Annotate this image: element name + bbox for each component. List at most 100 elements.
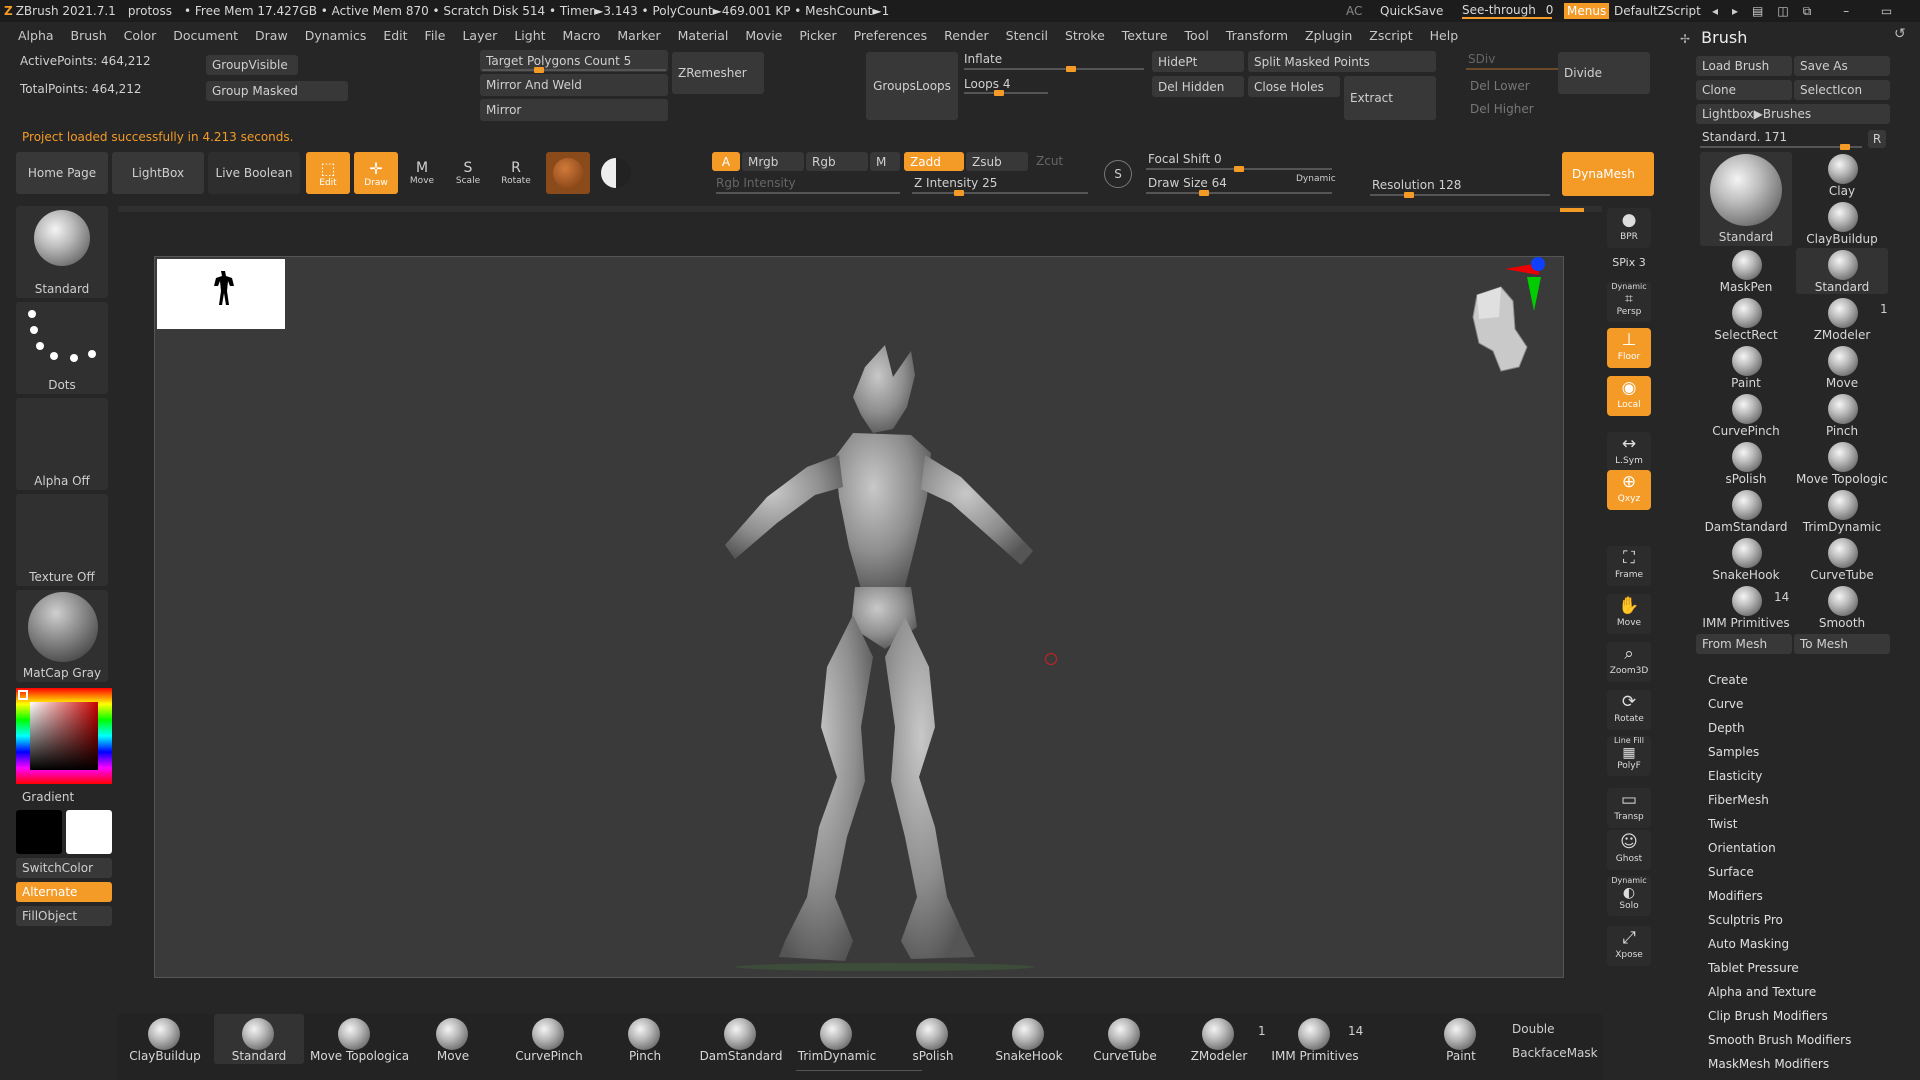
subpalette-clip-brush-modifiers[interactable]: Clip Brush Modifiers	[1708, 1009, 1828, 1023]
target-polygons-handle[interactable]	[534, 67, 545, 73]
menu-stroke[interactable]: Stroke	[1065, 28, 1105, 43]
mrgb-toggle[interactable]: Mrgb	[742, 152, 804, 171]
hide-pt-button[interactable]: HidePt	[1152, 51, 1244, 72]
load-brush-button[interactable]: Load Brush	[1696, 56, 1792, 76]
shelf-polyf-button[interactable]: Line Fill ▦ PolyF	[1607, 736, 1651, 776]
bottom-brush-spolish[interactable]: sPolish	[888, 1014, 978, 1064]
split-masked-points-button[interactable]: Split Masked Points	[1248, 51, 1436, 72]
brush-tile-move-topologica[interactable]: Move Topologica	[1796, 440, 1888, 486]
resolution-slider[interactable]	[1370, 192, 1550, 198]
menu-alpha[interactable]: Alpha	[18, 28, 54, 43]
switch-color-button[interactable]: SwitchColor	[16, 858, 112, 878]
z-intensity-handle[interactable]	[953, 190, 964, 196]
shading-sphere-button[interactable]	[596, 152, 636, 194]
menu-help[interactable]: Help	[1430, 28, 1459, 43]
groups-loops-button[interactable]: GroupsLoops	[866, 52, 958, 120]
brush-tile-curvepinch[interactable]: CurvePinch	[1700, 392, 1792, 438]
subpalette-curve[interactable]: Curve	[1708, 697, 1743, 711]
menu-tool[interactable]: Tool	[1185, 28, 1209, 43]
secondary-color-swatch[interactable]	[66, 810, 112, 854]
dynamic-toggle[interactable]: Dynamic	[1296, 174, 1336, 184]
default-zscript-button[interactable]: DefaultZScript	[1614, 4, 1701, 18]
double-toggle[interactable]: Double	[1512, 1022, 1555, 1036]
menu-brush[interactable]: Brush	[71, 28, 107, 43]
shelf-zoom3d-button[interactable]: ⌕ Zoom3D	[1607, 642, 1651, 682]
brush-tile-selectrect[interactable]: SelectRect	[1700, 296, 1792, 342]
shelf-l-sym-button[interactable]: ↔ L.Sym	[1607, 432, 1651, 472]
live-boolean-button[interactable]: Live Boolean	[208, 152, 300, 194]
lazy-mouse-icon[interactable]: S	[1104, 160, 1132, 188]
rgb-intensity-slider[interactable]	[716, 192, 900, 194]
ac-toggle[interactable]: AC	[1346, 4, 1362, 18]
edit-mode-button[interactable]: ⬚ Edit	[306, 152, 350, 194]
divide-button[interactable]: Divide	[1558, 52, 1650, 94]
menu-edit[interactable]: Edit	[383, 28, 407, 43]
shelf-local-button[interactable]: ◉ Local	[1607, 376, 1651, 416]
menu-file[interactable]: File	[425, 28, 446, 43]
orientation-head-icon[interactable]	[1457, 277, 1537, 377]
subpalette-orientation[interactable]: Orientation	[1708, 841, 1776, 855]
menu-light[interactable]: Light	[514, 28, 545, 43]
del-hidden-button[interactable]: Del Hidden	[1152, 76, 1244, 97]
shelf-floor-button[interactable]: ⊥ Floor	[1607, 328, 1651, 368]
mirror-button[interactable]: Mirror	[480, 99, 668, 121]
brush-tile-snakehook[interactable]: SnakeHook	[1700, 536, 1792, 582]
menu-movie[interactable]: Movie	[745, 28, 782, 43]
menu-layer[interactable]: Layer	[462, 28, 497, 43]
zadd-toggle[interactable]: Zadd	[904, 152, 964, 171]
menu-preferences[interactable]: Preferences	[854, 28, 928, 43]
shelf-solo-button[interactable]: Dynamic ◐ Solo	[1607, 876, 1651, 916]
menu-marker[interactable]: Marker	[617, 28, 660, 43]
close-holes-button[interactable]: Close Holes	[1248, 76, 1340, 97]
sdiv-slider[interactable]: SDiv	[1468, 52, 1495, 66]
zsub-toggle[interactable]: Zsub	[966, 152, 1028, 171]
loops-handle[interactable]	[993, 90, 1004, 96]
protoss-sculpt-model[interactable]	[715, 337, 1075, 977]
rgb-toggle[interactable]: Rgb	[806, 152, 868, 171]
menu-picker[interactable]: Picker	[799, 28, 836, 43]
select-icon-button[interactable]: SelectIcon	[1794, 80, 1890, 100]
menu-document[interactable]: Document	[173, 28, 238, 43]
see-through-slider[interactable]: See-through 0	[1462, 3, 1553, 19]
shelf-qxyz-button[interactable]: ⊕ Qxyz	[1607, 470, 1651, 510]
bottom-brush-damstandard[interactable]: DamStandard	[696, 1014, 786, 1064]
group-visible-button[interactable]: GroupVisible	[206, 55, 298, 75]
brush-tile-curvetube[interactable]: CurveTube	[1796, 536, 1888, 582]
subpalette-surface[interactable]: Surface	[1708, 865, 1754, 879]
lightbox-brushes-button[interactable]: Lightbox▶Brushes	[1696, 104, 1890, 124]
draw-size-slider[interactable]	[1146, 190, 1332, 196]
shelf-spix-3-button[interactable]: SPix 3	[1607, 256, 1651, 276]
document-canvas[interactable]	[154, 256, 1564, 978]
group-masked-button[interactable]: Group Masked	[206, 81, 348, 101]
main-color-swatch[interactable]	[16, 810, 62, 854]
shelf-move-button[interactable]: ✋ Move	[1607, 594, 1651, 634]
brush-tile-clay[interactable]: Clay	[1796, 152, 1888, 198]
subpalette-elasticity[interactable]: Elasticity	[1708, 769, 1762, 783]
subpalette-alpha-and-texture[interactable]: Alpha and Texture	[1708, 985, 1816, 999]
brush-tile-paint[interactable]: Paint	[1700, 344, 1792, 390]
color-saturation-square[interactable]	[30, 702, 98, 770]
focal-shift-handle[interactable]	[1234, 166, 1244, 172]
z-intensity-slider[interactable]	[912, 190, 1088, 196]
bottom-brush-zmodeler[interactable]: ZModeler	[1174, 1014, 1264, 1064]
rotate-mode-button[interactable]: R Rotate	[496, 152, 536, 194]
menu-render[interactable]: Render	[944, 28, 989, 43]
subpalette-samples[interactable]: Samples	[1708, 745, 1759, 759]
brush-tile-pinch[interactable]: Pinch	[1796, 392, 1888, 438]
bottom-brush-claybuildup[interactable]: ClayBuildup	[120, 1014, 210, 1064]
inflate-handle[interactable]	[1066, 66, 1076, 72]
shelf-ghost-button[interactable]: ☺ Ghost	[1607, 830, 1651, 870]
bottom-brush-curvepinch[interactable]: CurvePinch	[504, 1014, 594, 1064]
bottom-brush-pinch[interactable]: Pinch	[600, 1014, 690, 1064]
brush-tile-claybuildup[interactable]: ClayBuildup	[1796, 200, 1888, 246]
shelf-transp-button[interactable]: ▭ Transp	[1607, 788, 1651, 828]
backface-mask-toggle[interactable]: BackfaceMask	[1512, 1046, 1598, 1060]
zcut-toggle[interactable]: Zcut	[1036, 154, 1063, 168]
material-tile[interactable]: MatCap Gray	[16, 590, 108, 682]
brush-tile-standard[interactable]: Standard	[1796, 248, 1888, 294]
subpalette-modifiers[interactable]: Modifiers	[1708, 889, 1763, 903]
shelf-bpr-button[interactable]: ● BPR	[1607, 208, 1651, 248]
brush-tile-damstandard[interactable]: DamStandard	[1700, 488, 1792, 534]
bottom-brush-snakehook[interactable]: SnakeHook	[984, 1014, 1074, 1064]
bottom-brush-imm-primitives[interactable]: IMM Primitives	[1270, 1014, 1360, 1064]
